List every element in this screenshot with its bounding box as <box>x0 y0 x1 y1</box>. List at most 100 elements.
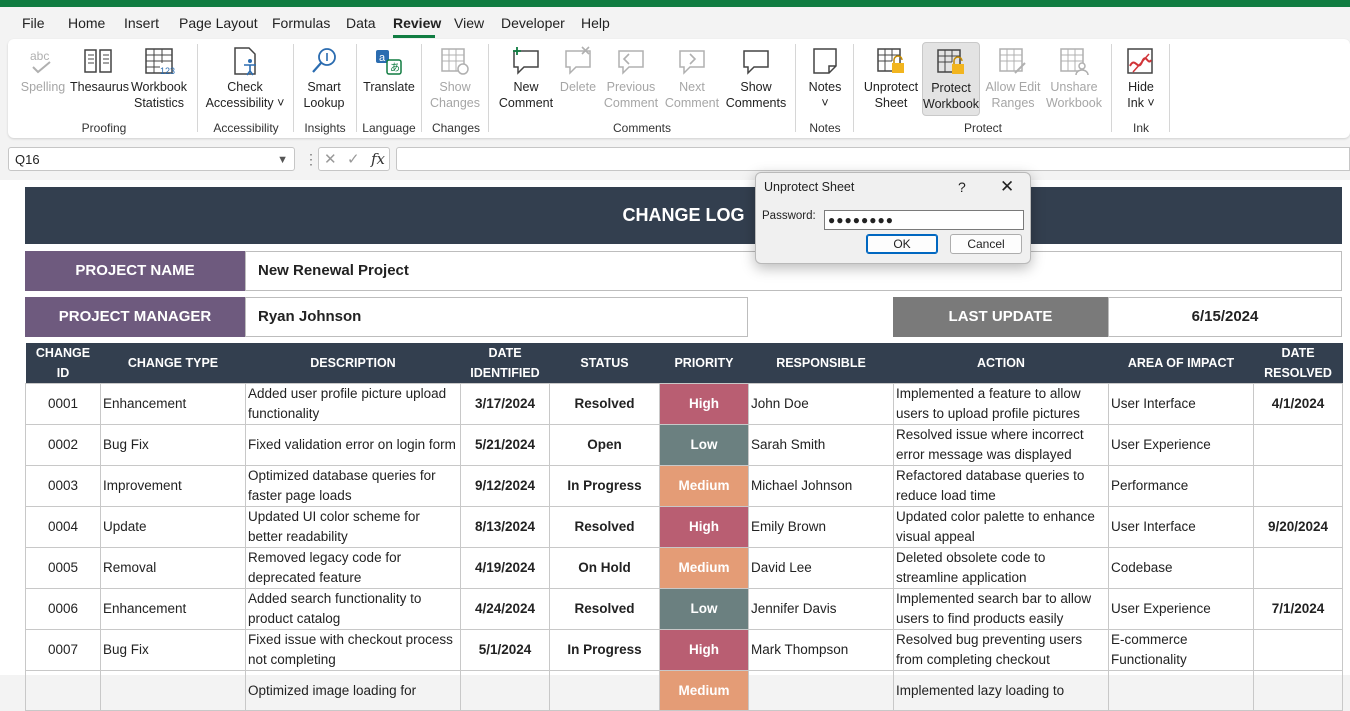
cell-responsible[interactable] <box>748 670 894 711</box>
cell-date-resolved[interactable]: 9/20/2024 <box>1253 506 1343 548</box>
cell-date-identified[interactable]: 9/12/2024 <box>460 465 550 507</box>
cell-description[interactable]: Optimized database queries for faster pa… <box>245 465 461 507</box>
cell-area-of-impact[interactable]: Codebase <box>1108 547 1254 589</box>
show-changes-button[interactable]: Show Changes <box>427 46 483 111</box>
cell-change-type[interactable]: Bug Fix <box>100 424 246 466</box>
cell-change-id[interactable] <box>25 670 101 711</box>
cancel-button[interactable]: Cancel <box>950 234 1022 254</box>
menu-developer[interactable]: Developer <box>501 15 565 31</box>
cell-area-of-impact[interactable]: User Experience <box>1108 424 1254 466</box>
cell-description[interactable]: Updated UI color scheme for better reada… <box>245 506 461 548</box>
cell-status[interactable]: Resolved <box>549 506 660 548</box>
menu-insert[interactable]: Insert <box>124 15 159 31</box>
cell-date-identified[interactable]: 4/19/2024 <box>460 547 550 589</box>
cell-responsible[interactable]: David Lee <box>748 547 894 589</box>
cell-change-type[interactable]: Bug Fix <box>100 629 246 671</box>
cell-description[interactable]: Optimized image loading for <box>245 670 461 711</box>
project-manager-value[interactable]: Ryan Johnson <box>245 297 748 337</box>
cell-area-of-impact[interactable]: User Interface <box>1108 506 1254 548</box>
help-icon[interactable]: ? <box>958 179 966 195</box>
cell-change-id[interactable]: 0002 <box>25 424 101 466</box>
menu-view[interactable]: View <box>454 15 484 31</box>
cell-change-type[interactable]: Removal <box>100 547 246 589</box>
show-comments-button[interactable]: Show Comments <box>724 46 788 111</box>
cell-date-resolved[interactable] <box>1253 629 1343 671</box>
menu-review[interactable]: Review <box>393 15 441 31</box>
cell-priority[interactable]: High <box>659 383 749 425</box>
cell-description[interactable]: Fixed issue with checkout process not co… <box>245 629 461 671</box>
cell-action[interactable]: Deleted obsolete code to streamline appl… <box>893 547 1109 589</box>
cell-date-identified[interactable]: 3/17/2024 <box>460 383 550 425</box>
cell-change-id[interactable]: 0003 <box>25 465 101 507</box>
cell-description[interactable]: Added search functionality to product ca… <box>245 588 461 630</box>
cell-date-identified[interactable]: 5/21/2024 <box>460 424 550 466</box>
menu-formulas[interactable]: Formulas <box>272 15 330 31</box>
cell-responsible[interactable]: Sarah Smith <box>748 424 894 466</box>
cell-area-of-impact[interactable] <box>1108 670 1254 711</box>
cell-change-id[interactable]: 0004 <box>25 506 101 548</box>
cell-status[interactable]: In Progress <box>549 465 660 507</box>
cell-responsible[interactable]: Jennifer Davis <box>748 588 894 630</box>
enter-icon[interactable]: ✓ <box>347 150 360 168</box>
cell-status[interactable]: Resolved <box>549 588 660 630</box>
chevron-down-icon[interactable]: ▼ <box>277 148 288 172</box>
cell-priority[interactable]: Medium <box>659 465 749 507</box>
cell-description[interactable]: Fixed validation error on login form <box>245 424 461 466</box>
cell-date-resolved[interactable] <box>1253 547 1343 589</box>
cell-action[interactable]: Resolved issue where incorrect error mes… <box>893 424 1109 466</box>
cell-area-of-impact[interactable]: E-commerce Functionality <box>1108 629 1254 671</box>
cell-change-id[interactable]: 0006 <box>25 588 101 630</box>
cell-date-identified[interactable]: 5/1/2024 <box>460 629 550 671</box>
cell-priority[interactable]: Low <box>659 588 749 630</box>
cell-date-resolved[interactable] <box>1253 465 1343 507</box>
password-input[interactable]: ●●●●●●●● <box>824 210 1024 230</box>
menu-file[interactable]: File <box>22 15 45 31</box>
spelling-button[interactable]: abc Spelling <box>17 46 69 95</box>
unprotect-sheet-button[interactable]: Unprotect Sheet <box>860 46 922 111</box>
more-options-icon[interactable]: ⋮ <box>304 151 318 168</box>
formula-input[interactable] <box>396 147 1350 171</box>
cell-date-resolved[interactable] <box>1253 424 1343 466</box>
cell-responsible[interactable]: Michael Johnson <box>748 465 894 507</box>
allow-edit-ranges-button[interactable]: Allow Edit Ranges <box>982 46 1044 111</box>
cell-action[interactable]: Implemented search bar to allow users to… <box>893 588 1109 630</box>
protect-workbook-button[interactable]: Protect Workbook <box>922 42 980 116</box>
insert-function-icon[interactable]: fx <box>371 150 385 168</box>
cell-status[interactable]: In Progress <box>549 629 660 671</box>
cell-priority[interactable]: High <box>659 629 749 671</box>
cancel-icon[interactable]: ✕ <box>324 150 337 168</box>
cell-area-of-impact[interactable]: Performance <box>1108 465 1254 507</box>
hide-ink-button[interactable]: Hide Ink ˅ <box>1118 46 1164 111</box>
cell-change-type[interactable]: Enhancement <box>100 588 246 630</box>
smart-lookup-button[interactable]: Smart Lookup <box>299 46 349 111</box>
cell-change-type[interactable]: Enhancement <box>100 383 246 425</box>
last-update-value[interactable]: 6/15/2024 <box>1108 297 1342 337</box>
name-box[interactable]: Q16 ▼ <box>8 147 295 171</box>
cell-area-of-impact[interactable]: User Interface <box>1108 383 1254 425</box>
cell-date-resolved[interactable]: 7/1/2024 <box>1253 588 1343 630</box>
cell-action[interactable]: Resolved bug preventing users from compl… <box>893 629 1109 671</box>
cell-action[interactable]: Updated color palette to enhance visual … <box>893 506 1109 548</box>
cell-description[interactable]: Removed legacy code for deprecated featu… <box>245 547 461 589</box>
new-comment-button[interactable]: New Comment <box>496 46 556 111</box>
cell-priority[interactable]: Low <box>659 424 749 466</box>
cell-date-resolved[interactable]: 4/1/2024 <box>1253 383 1343 425</box>
previous-comment-button[interactable]: Previous Comment <box>602 46 660 111</box>
cell-change-id[interactable]: 0007 <box>25 629 101 671</box>
cell-change-id[interactable]: 0001 <box>25 383 101 425</box>
cell-status[interactable]: Resolved <box>549 383 660 425</box>
thesaurus-button[interactable]: Thesaurus <box>70 46 129 95</box>
cell-change-type[interactable]: Improvement <box>100 465 246 507</box>
menu-home[interactable]: Home <box>68 15 105 31</box>
menu-page-layout[interactable]: Page Layout <box>179 15 258 31</box>
menu-help[interactable]: Help <box>581 15 610 31</box>
cell-priority[interactable]: Medium <box>659 670 749 711</box>
cell-action[interactable]: Implemented a feature to allow users to … <box>893 383 1109 425</box>
cell-status[interactable]: On Hold <box>549 547 660 589</box>
cell-change-type[interactable]: Update <box>100 506 246 548</box>
cell-date-identified[interactable] <box>460 670 550 711</box>
cell-status[interactable] <box>549 670 660 711</box>
cell-area-of-impact[interactable]: User Experience <box>1108 588 1254 630</box>
next-comment-button[interactable]: Next Comment <box>662 46 722 111</box>
menu-data[interactable]: Data <box>346 15 376 31</box>
